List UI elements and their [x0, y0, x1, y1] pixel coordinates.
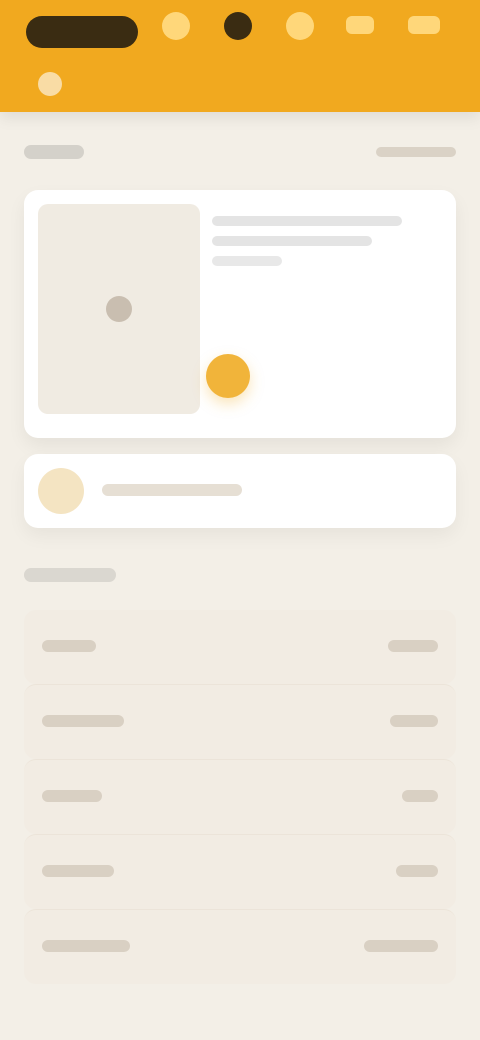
notification-icon[interactable]: [224, 12, 252, 40]
settings-icon[interactable]: [408, 16, 440, 34]
list-item[interactable]: [24, 834, 456, 909]
list-item[interactable]: [24, 610, 456, 684]
list-item-value: [390, 715, 438, 727]
section-action[interactable]: [376, 147, 456, 157]
list-item[interactable]: [24, 684, 456, 759]
list-item[interactable]: [24, 909, 456, 984]
list-item-value: [402, 790, 438, 802]
list-item-label: [42, 640, 96, 652]
list-item-label: [42, 940, 130, 952]
top-app-bar: [0, 0, 480, 112]
product-subtitle: [212, 236, 372, 246]
list-item-label: [42, 865, 114, 877]
app-switcher-pill[interactable]: [26, 16, 138, 48]
product-title: [212, 216, 402, 226]
chat-icon[interactable]: [286, 12, 314, 40]
product-card[interactable]: [24, 190, 456, 438]
product-meta: [212, 256, 282, 266]
list-item-value: [396, 865, 438, 877]
settings-list: [24, 610, 456, 984]
promo-text: [102, 484, 242, 496]
promo-icon: [38, 468, 84, 514]
promo-banner[interactable]: [24, 454, 456, 528]
list-item-value: [388, 640, 438, 652]
play-button[interactable]: [206, 354, 250, 398]
profile-icon[interactable]: [162, 12, 190, 40]
list-item-value: [364, 940, 438, 952]
section-title: [24, 145, 84, 159]
product-thumbnail[interactable]: [38, 204, 200, 414]
product-details: [212, 216, 432, 276]
more-icon[interactable]: [346, 16, 374, 34]
list-item[interactable]: [24, 759, 456, 834]
list-title: [24, 568, 116, 582]
product-placeholder-icon: [106, 296, 132, 322]
list-item-label: [42, 715, 124, 727]
back-icon[interactable]: [38, 72, 62, 96]
list-item-label: [42, 790, 102, 802]
section-header: [24, 132, 456, 172]
